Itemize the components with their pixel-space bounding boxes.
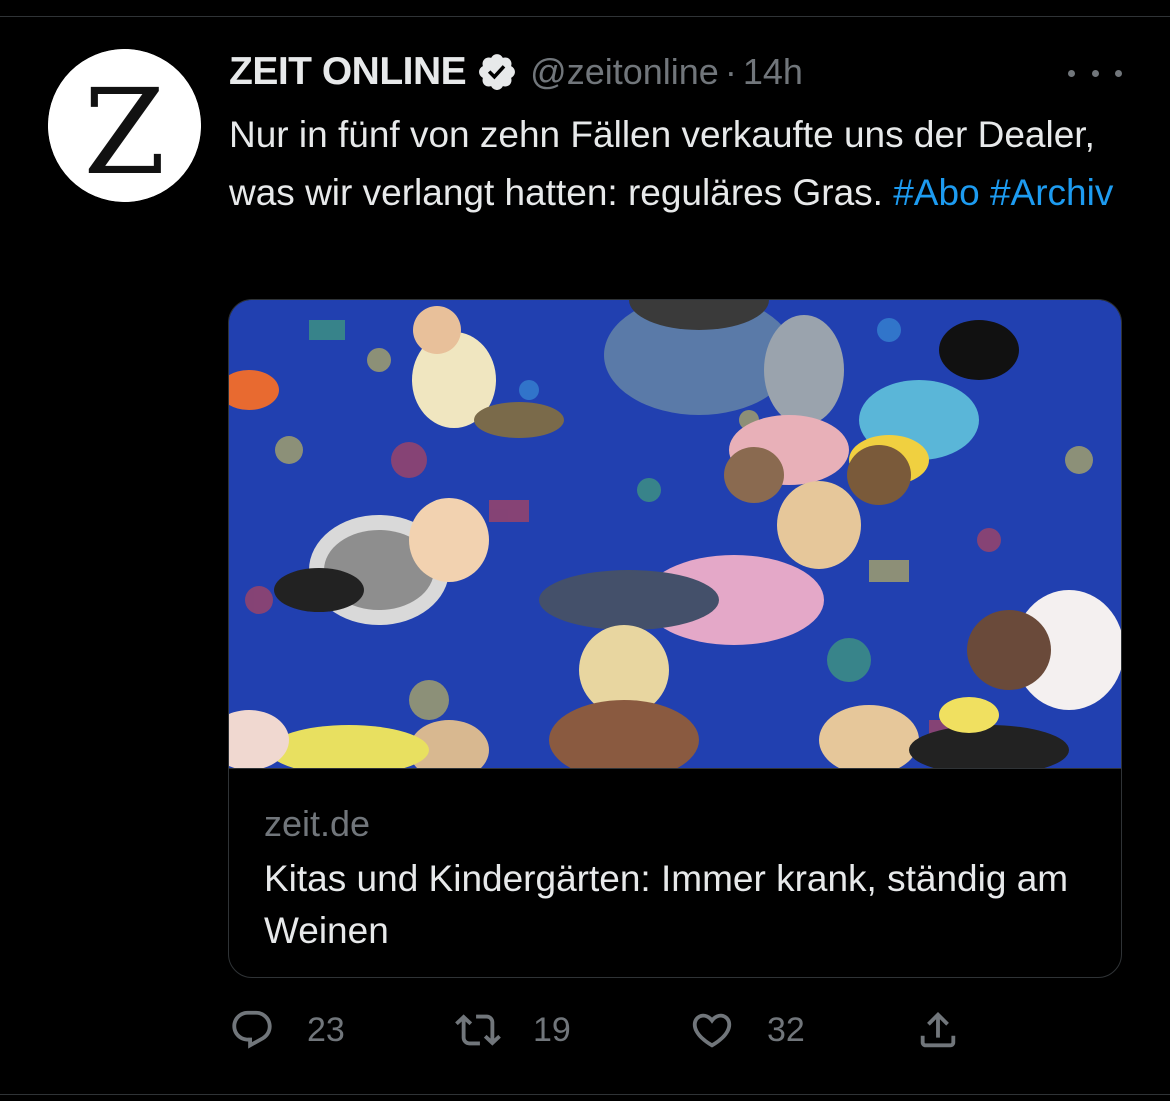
zeit-logo: Z (48, 49, 201, 202)
like-count: 32 (767, 1010, 805, 1049)
reply-button[interactable]: 23 (229, 1000, 345, 1060)
tweet-actions: 23 19 32 (229, 1000, 989, 1060)
author-handle[interactable]: @zeitonline (530, 51, 719, 93)
hashtag-link[interactable]: #Abo (893, 172, 979, 213)
heart-icon (689, 1007, 735, 1053)
card-domain: zeit.de (264, 803, 371, 844)
svg-text:Z: Z (84, 63, 166, 201)
top-divider (0, 16, 1170, 17)
share-icon (915, 1007, 961, 1053)
reply-count: 23 (307, 1010, 345, 1049)
card-photo (229, 300, 1121, 768)
card-info: zeit.de Kitas und Kindergärten: Immer kr… (229, 768, 1121, 977)
author-avatar[interactable]: Z (48, 49, 201, 202)
verified-badge-icon (476, 51, 518, 93)
like-button[interactable]: 32 (689, 1000, 805, 1060)
card-image (229, 300, 1121, 768)
tweet-header: ZEIT ONLINE @zeitonline · 14h (229, 46, 803, 98)
reply-icon (229, 1007, 275, 1053)
tweet-timestamp[interactable]: 14h (743, 51, 803, 93)
tweet-text: Nur in fünf von zehn Fällen verkaufte un… (229, 106, 1149, 222)
link-card[interactable]: zeit.de Kitas und Kindergärten: Immer kr… (228, 299, 1122, 978)
hashtag-link[interactable]: #Archiv (990, 172, 1113, 213)
retweet-button[interactable]: 19 (455, 1000, 571, 1060)
retweet-icon (455, 1007, 501, 1053)
retweet-count: 19 (533, 1010, 571, 1049)
more-options-icon[interactable] (1068, 58, 1122, 88)
author-display-name[interactable]: ZEIT ONLINE (229, 50, 467, 94)
bottom-divider (0, 1094, 1170, 1095)
card-title: Kitas und Kindergärten: Immer krank, stä… (264, 858, 1069, 951)
separator-dot: · (724, 51, 737, 92)
share-button[interactable] (915, 1000, 961, 1060)
